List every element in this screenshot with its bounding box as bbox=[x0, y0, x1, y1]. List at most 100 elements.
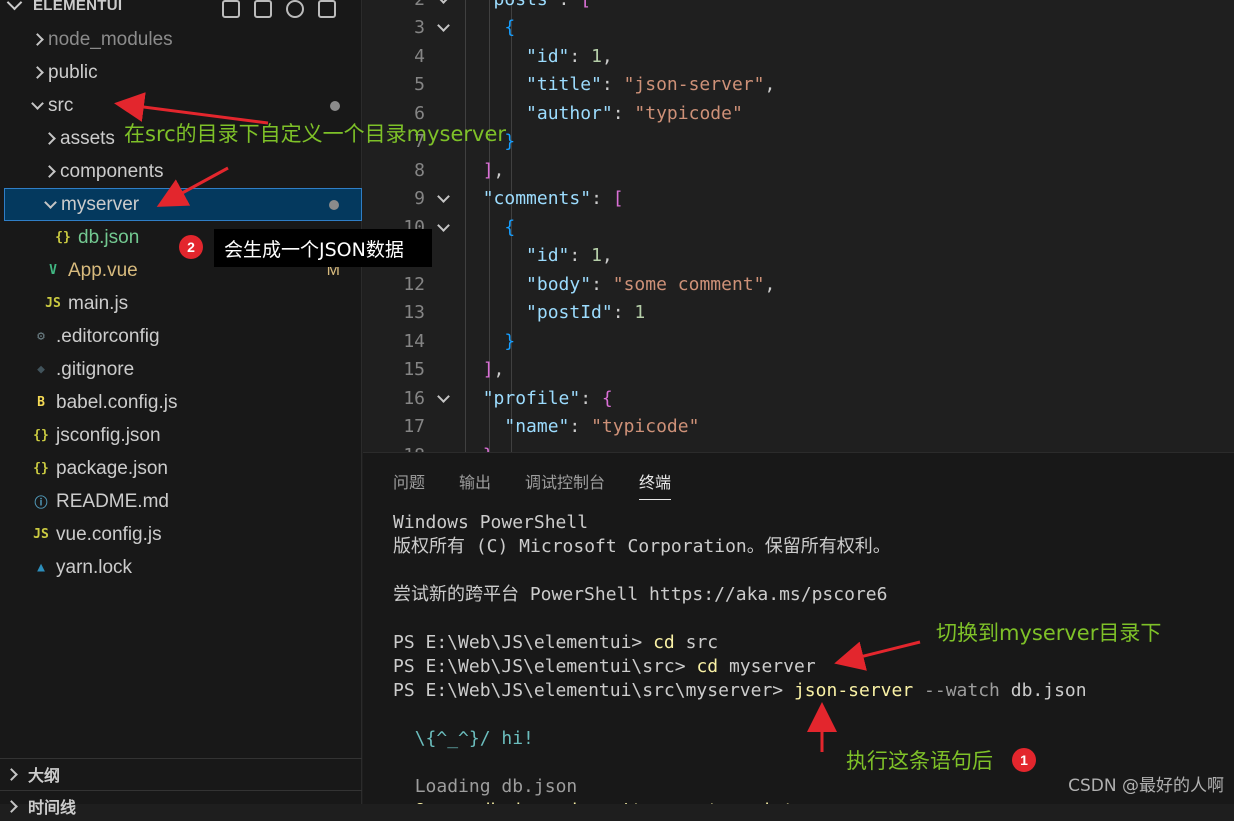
json-callout: 会生成一个JSON数据 bbox=[214, 229, 432, 267]
fold-chevron-icon[interactable] bbox=[425, 19, 461, 32]
panel-tab[interactable]: 调试控制台 bbox=[525, 469, 605, 500]
panel-tab[interactable]: 问题 bbox=[393, 469, 425, 500]
code-line[interactable]: 2 "posts": [ bbox=[363, 0, 1234, 13]
code-line[interactable]: 17 "name": "typicode" bbox=[363, 413, 1234, 441]
code-text: { bbox=[504, 17, 516, 38]
tree-item-label: src bbox=[48, 94, 74, 116]
modified-dot bbox=[330, 100, 340, 111]
tree-item-label: yarn.lock bbox=[56, 556, 133, 578]
tree-item-main-js[interactable]: JS main.js bbox=[0, 287, 362, 320]
code-text: "comments": [ bbox=[482, 188, 624, 209]
modified-dot bbox=[329, 199, 339, 210]
code-line[interactable]: 13 "postId": 1 bbox=[363, 299, 1234, 327]
tree-item-label: jsconfig.json bbox=[56, 424, 161, 446]
chevron-right-icon bbox=[0, 767, 22, 781]
chevron-down-icon[interactable] bbox=[6, 0, 23, 11]
fold-chevron-icon[interactable] bbox=[425, 0, 461, 4]
tree-item-label: db.json bbox=[78, 226, 140, 248]
code-text: "profile": { bbox=[482, 387, 613, 409]
csdn-watermark: CSDN @最好的人啊 bbox=[1068, 776, 1224, 796]
fold-chevron-icon[interactable] bbox=[425, 389, 461, 403]
code-line[interactable]: 3 { bbox=[363, 14, 1234, 42]
line-number: 3 bbox=[414, 17, 425, 38]
tree-item-public[interactable]: public bbox=[0, 56, 362, 89]
file-type-icon: ⚙ bbox=[37, 329, 45, 344]
outline-title: 大纲 bbox=[28, 766, 61, 785]
file-type-icon: ▲ bbox=[37, 560, 45, 575]
code-text: "id": 1, bbox=[526, 45, 613, 67]
code-line[interactable]: 9 "comments": [ bbox=[363, 185, 1234, 213]
chevron-right-icon bbox=[0, 799, 22, 813]
code-line[interactable]: 18 } bbox=[363, 441, 1234, 453]
chevron-right-icon bbox=[38, 128, 60, 150]
code-line[interactable]: 14 } bbox=[363, 327, 1234, 355]
tree-item-label: .gitignore bbox=[56, 358, 135, 380]
code-text: } bbox=[461, 445, 494, 453]
code-text: "posts": [ bbox=[461, 0, 591, 10]
tree-item-readme-md[interactable]: ⓘ README.md bbox=[0, 485, 362, 518]
panel-tabs: 问题 输出 调试控制台 终端 bbox=[393, 469, 672, 500]
code-line[interactable]: 8 ], bbox=[363, 156, 1234, 184]
refresh-icon[interactable] bbox=[286, 0, 304, 18]
tree-item-label: babel.config.js bbox=[56, 391, 178, 413]
chevron-down-icon bbox=[39, 194, 61, 216]
tree-item-label: public bbox=[48, 61, 98, 83]
tree-item-components[interactable]: components bbox=[0, 155, 362, 188]
panel-tab[interactable]: 输出 bbox=[459, 469, 491, 500]
tree-item-editorconfig[interactable]: ⚙ .editorconfig bbox=[0, 320, 362, 353]
timeline-title: 时间线 bbox=[28, 798, 77, 817]
line-number: 18 bbox=[363, 445, 425, 453]
collapse-icon[interactable] bbox=[318, 0, 336, 18]
new-file-icon[interactable] bbox=[222, 0, 240, 18]
file-type-icon: V bbox=[49, 263, 57, 278]
outline-section[interactable]: 大纲 bbox=[0, 758, 362, 789]
code-text: "postId": 1 bbox=[526, 302, 646, 323]
tree-item-package-json[interactable]: {} package.json bbox=[0, 452, 362, 485]
code-line[interactable]: 12 "body": "some comment", bbox=[363, 270, 1234, 298]
timeline-section[interactable]: 时间线 bbox=[0, 790, 362, 821]
code-line[interactable]: 16 "profile": { bbox=[363, 384, 1234, 412]
explorer-header[interactable]: ELEMENTUI bbox=[0, 0, 362, 18]
file-type-icon: JS bbox=[33, 527, 49, 542]
file-type-icon: JS bbox=[45, 296, 61, 311]
chevron-right-icon bbox=[38, 161, 60, 183]
code-line[interactable]: 10 { bbox=[363, 213, 1234, 241]
code-text: { bbox=[504, 216, 516, 238]
tree-item-yarn-lock[interactable]: ▲ yarn.lock bbox=[0, 551, 362, 584]
tree-item-gitignore[interactable]: ◆ .gitignore bbox=[0, 353, 362, 386]
tree-item-label: myserver bbox=[61, 193, 140, 215]
tree-item-label: package.json bbox=[56, 457, 168, 479]
tree-item-label: .editorconfig bbox=[56, 325, 160, 347]
file-type-icon: {} bbox=[33, 461, 49, 476]
code-line[interactable]: 4 "id": 1, bbox=[363, 42, 1234, 70]
tree-item-jsconfig-json[interactable]: {} jsconfig.json bbox=[0, 419, 362, 452]
code-line[interactable]: 15 ], bbox=[363, 356, 1234, 384]
tree-item-myserver[interactable]: myserver bbox=[4, 188, 362, 221]
tree-item-babel-config-js[interactable]: Bbabel.config.js bbox=[0, 386, 362, 419]
new-folder-icon[interactable] bbox=[254, 0, 272, 18]
fold-chevron-icon[interactable] bbox=[425, 190, 461, 203]
file-type-icon: ⓘ bbox=[34, 496, 48, 511]
exec-annotation: 执行这条语句后 bbox=[846, 749, 993, 773]
tree-item-vue-config-js[interactable]: JS vue.config.js bbox=[0, 518, 362, 551]
code-text: ], bbox=[482, 159, 505, 181]
code-editor[interactable]: 2 "posts": [3 {4 "id": 1,5 "title": "jso… bbox=[363, 0, 1234, 452]
file-type-icon: ◆ bbox=[37, 362, 45, 377]
tree-item-label: App.vue bbox=[68, 259, 138, 281]
line-number: 9 bbox=[414, 188, 425, 209]
panel-tab[interactable]: 终端 bbox=[639, 469, 672, 500]
terminal-line: Oops, db.json doesn't seem to exist bbox=[393, 799, 1087, 804]
tree-item-label: README.md bbox=[56, 490, 169, 512]
src-annotation: 在src的目录下自定义一个目录myserver bbox=[124, 122, 507, 146]
terminal-line: Windows PowerShell bbox=[393, 512, 589, 533]
step-2-badge: 2 bbox=[179, 235, 203, 259]
step-1-badge: 1 bbox=[1012, 748, 1036, 772]
tree-item-node-modules[interactable]: node_modules bbox=[0, 23, 362, 56]
explorer-title: ELEMENTUI bbox=[33, 0, 123, 14]
tree-item-label: components bbox=[60, 160, 164, 182]
code-line[interactable]: 5 "title": "json-server", bbox=[363, 71, 1234, 99]
line-number: 8 bbox=[414, 159, 425, 181]
code-line[interactable]: 11 "id": 1, bbox=[363, 242, 1234, 270]
file-type-icon: B bbox=[37, 395, 45, 410]
